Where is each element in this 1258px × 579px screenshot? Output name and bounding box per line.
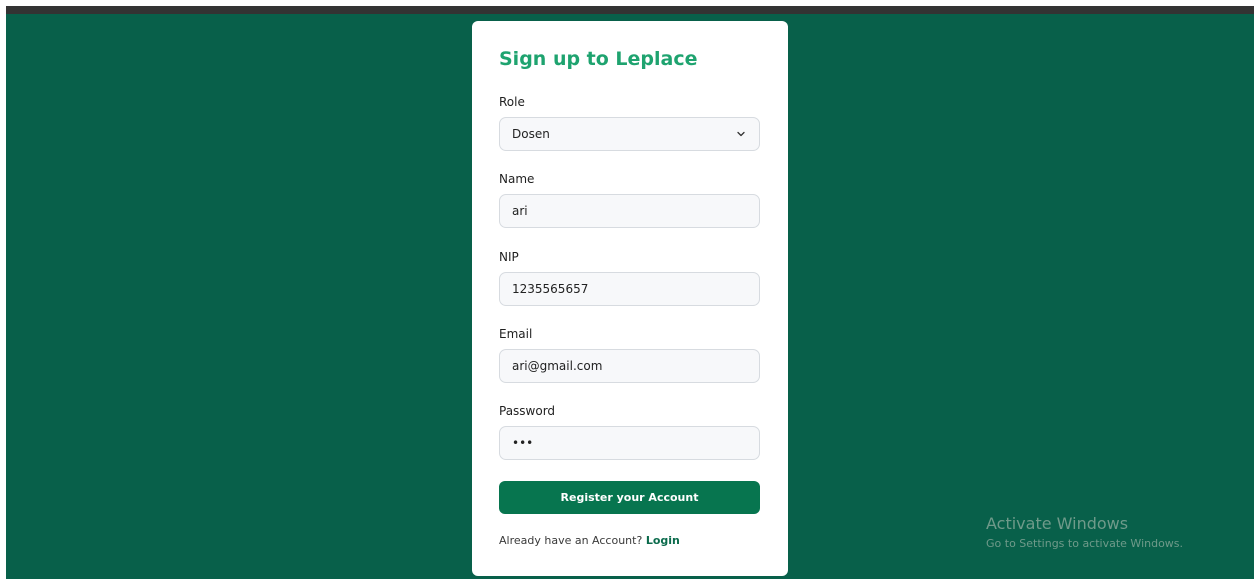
name-input[interactable]	[499, 194, 760, 228]
email-label: Email	[499, 327, 533, 341]
page-frame: Sign up to Leplace Role Dosen Name NIP E…	[0, 0, 1258, 579]
nip-label: NIP	[499, 250, 519, 264]
role-select-value: Dosen	[512, 127, 550, 141]
name-label: Name	[499, 172, 535, 186]
watermark-title: Activate Windows	[986, 514, 1129, 533]
login-link[interactable]: Login	[646, 534, 680, 547]
role-label: Role	[499, 95, 525, 109]
form-title: Sign up to Leplace	[499, 48, 698, 70]
nip-input[interactable]	[499, 272, 760, 306]
signup-card: Sign up to Leplace Role Dosen Name NIP E…	[472, 21, 788, 576]
password-input[interactable]	[499, 426, 760, 460]
top-bar	[6, 6, 1254, 14]
chevron-down-icon	[737, 131, 745, 137]
email-input[interactable]	[499, 349, 760, 383]
role-select[interactable]: Dosen	[499, 117, 760, 151]
login-prompt: Already have an Account? Login	[499, 534, 680, 547]
watermark-subtitle: Go to Settings to activate Windows.	[986, 537, 1184, 550]
register-button[interactable]: Register your Account	[499, 481, 760, 514]
password-label: Password	[499, 404, 556, 418]
activate-windows-watermark: Activate Windows Go to Settings to activ…	[986, 514, 1183, 550]
login-prompt-text: Already have an Account?	[499, 534, 646, 547]
